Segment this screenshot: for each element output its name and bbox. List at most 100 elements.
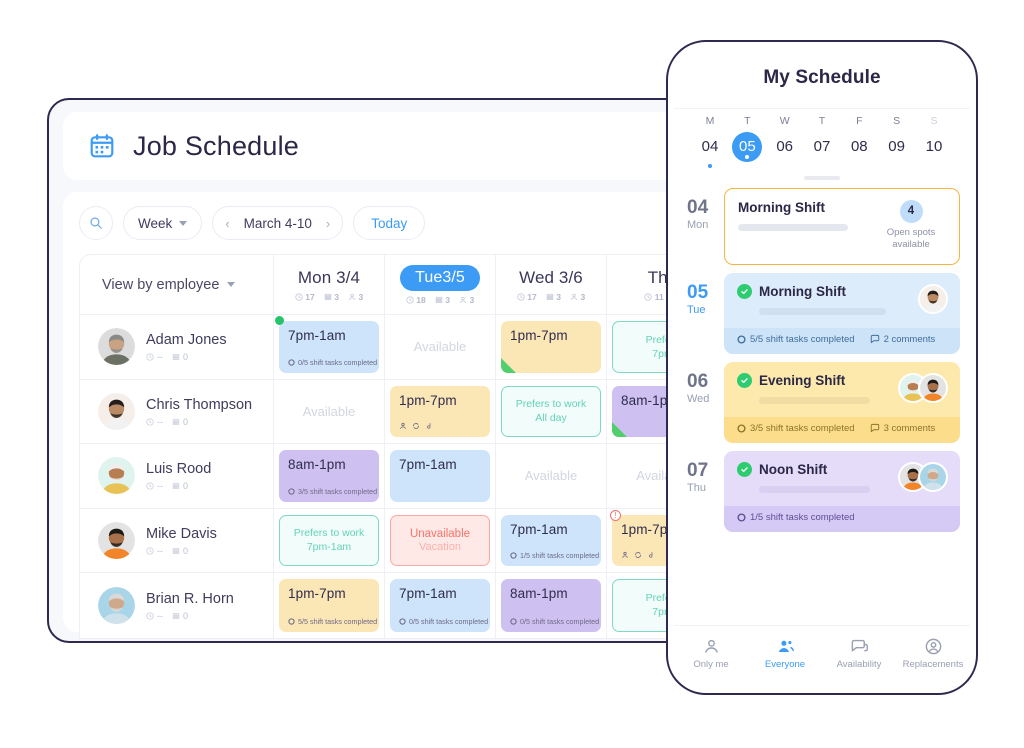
unavailable-chip[interactable]: Unavailable Vacation [390, 514, 490, 566]
day-column-header-0[interactable]: Mon 3/4 17 3 3 [274, 255, 385, 314]
shift-tasks: 3/5 shift tasks completed [737, 423, 855, 434]
status-dot [275, 316, 284, 325]
view-by-employee-dropdown[interactable]: View by employee [80, 255, 274, 314]
shift-card[interactable]: Noon Shift 1/5 shift tasks completed [724, 450, 960, 532]
clock-icon [146, 612, 154, 620]
week-day-10[interactable]: S 10 [918, 115, 950, 168]
shift-chip[interactable]: 1pm-7pm [501, 321, 601, 373]
shift-chip[interactable]: 7pm-1am 0/5 shift tasks completed [279, 321, 379, 373]
day-stats: 17 3 3 [295, 292, 363, 302]
schedule-cell[interactable]: Available [496, 444, 607, 508]
shift-chip[interactable]: 8am-1pm 3/5 shift tasks completed [279, 450, 379, 502]
search-button[interactable] [79, 206, 113, 240]
shift-chip[interactable]: 1pm-7pm 5/5 shift tasks completed [279, 579, 379, 632]
schedule-cell[interactable]: Available [385, 315, 496, 379]
task-status-icon [737, 513, 746, 522]
date-number: 06 [687, 370, 709, 392]
schedule-cell[interactable]: 8am-1pm 3/5 shift tasks completed [274, 444, 385, 508]
nav-item-only-me[interactable]: Only me [674, 635, 748, 687]
schedule-cell[interactable]: 7pm-1am [385, 444, 496, 508]
view-by-label: View by employee [102, 276, 220, 293]
placeholder-bar [738, 224, 848, 231]
prefers-line2: All day [535, 412, 567, 425]
employee-cell[interactable]: Brian R. Horn -- 0 [80, 573, 274, 638]
list-item-date: 07 Thu [684, 451, 724, 532]
today-button[interactable]: Today [353, 206, 426, 240]
nav-item-availability[interactable]: Availability [822, 635, 896, 687]
shift-tasks: 1/5 shift tasks completed [737, 512, 855, 523]
avatar [98, 328, 135, 366]
employee-cell[interactable]: Adam Jones -- 0 [80, 315, 274, 379]
table-row: Chris Thompson -- 0 Available 1pm-7pm Pre… [80, 379, 705, 444]
weekday-number: 04 [701, 138, 719, 155]
chevron-left-icon[interactable]: ‹ [225, 216, 229, 231]
shift-card[interactable]: Morning Shift 5/5 shift tasks completed … [724, 272, 960, 354]
shift-chip[interactable]: 7pm-1am [390, 450, 490, 502]
job-schedule-window: Job Schedule Week ‹ March 4-10 › Today V… [47, 98, 707, 643]
weekday-number: 07 [813, 138, 831, 155]
chevron-right-icon[interactable]: › [326, 216, 330, 231]
table-row: Luis Rood -- 0 8am-1pm 3/5 shift tasks c… [80, 444, 705, 509]
toolbar: Week ‹ March 4-10 › Today [79, 206, 705, 240]
employee-cell[interactable]: Chris Thompson -- 0 [80, 379, 274, 443]
day-people: 3 [469, 294, 475, 305]
nav-item-replacements[interactable]: Replacements [896, 635, 970, 687]
shift-chip[interactable]: 8am-1pm 0/5 shift tasks completed [501, 579, 601, 632]
people-icon [570, 293, 578, 300]
mobile-app-window: My Schedule M 04 T 05 W 06 T 07 F 08 S 0… [666, 40, 978, 695]
shift-card[interactable]: Morning Shift 4 Open spots available [724, 188, 960, 265]
list-item: 07 Thu Noon Shift 1/5 shift tasks comple… [684, 450, 960, 532]
week-day-09[interactable]: S 09 [881, 115, 913, 168]
employee-cell[interactable]: Luis Rood -- 0 [80, 444, 274, 508]
unavailable-label: Unavailable [409, 527, 471, 540]
schedule-cell[interactable]: Prefers to work 7pm-1am [274, 508, 385, 572]
assignee-avatars[interactable] [918, 283, 948, 314]
task-status-icon [510, 552, 517, 559]
schedule-cell[interactable]: 1pm-7pm [385, 379, 496, 443]
person-icon [704, 639, 718, 653]
date-number: 07 [687, 459, 709, 481]
week-day-06[interactable]: W 06 [769, 115, 801, 168]
nav-item-everyone[interactable]: Everyone [748, 635, 822, 687]
clock-icon [517, 292, 525, 301]
check-icon [737, 283, 752, 299]
people-icon [622, 551, 628, 558]
clock-icon [146, 547, 154, 555]
schedule-cell[interactable]: 1pm-7pm [496, 315, 607, 379]
day-column-header-1[interactable]: Tue3/5 18 3 3 [385, 255, 496, 314]
week-day-08[interactable]: F 08 [843, 115, 875, 168]
list-item-date: 04 Mon [684, 188, 724, 265]
schedule-cell[interactable]: 7pm-1am 1/5 shift tasks completed [496, 508, 607, 572]
week-day-04[interactable]: M 04 [694, 115, 726, 168]
list-item-date: 06 Wed [684, 362, 724, 443]
schedule-cell[interactable]: 8am-1pm 0/5 shift tasks completed [496, 573, 607, 638]
shift-card[interactable]: Evening Shift 3/5 shift tasks completed … [724, 361, 960, 443]
schedule-cell[interactable]: 7pm-1am 0/5 shift tasks completed [385, 573, 496, 638]
assignee-avatars[interactable] [898, 372, 948, 403]
shift-chip[interactable]: 7pm-1am 0/5 shift tasks completed [390, 579, 490, 632]
shift-chip[interactable]: 1pm-7pm [390, 385, 490, 437]
people-icon [400, 422, 406, 429]
schedule-cell[interactable]: 1pm-7pm 5/5 shift tasks completed [274, 573, 385, 638]
schedule-cell[interactable]: Available [274, 379, 385, 443]
prefers-chip[interactable]: Prefers to work All day [501, 385, 601, 437]
prefers-chip[interactable]: Prefers to work 7pm-1am [279, 514, 379, 566]
day-column-header-2[interactable]: Wed 3/6 17 3 3 [496, 255, 607, 314]
schedule-cell[interactable]: Unavailable Vacation [385, 508, 496, 572]
list-item: 06 Wed Evening Shift 3/5 shift tasks com… [684, 361, 960, 443]
schedule-cell[interactable]: Prefers to work All day [496, 379, 607, 443]
employee-cell[interactable]: Mike Davis -- 0 [80, 508, 274, 572]
shifts-icon [172, 612, 180, 619]
clock-icon [146, 482, 154, 490]
assignee-avatars[interactable] [898, 461, 948, 492]
shift-chip[interactable]: 7pm-1am 1/5 shift tasks completed [501, 514, 601, 566]
week-day-07[interactable]: T 07 [806, 115, 838, 168]
avatar [98, 521, 135, 559]
nav-item-label: Availability [836, 659, 882, 670]
comment-icon [870, 335, 879, 344]
chat-icon [851, 639, 868, 651]
schedule-cell[interactable]: 7pm-1am 0/5 shift tasks completed [274, 315, 385, 379]
view-range-dropdown[interactable]: Week [123, 206, 203, 240]
week-day-05[interactable]: T 05 [731, 115, 763, 168]
list-item: 04 Mon Morning Shift 4 Open spots availa… [684, 188, 960, 265]
